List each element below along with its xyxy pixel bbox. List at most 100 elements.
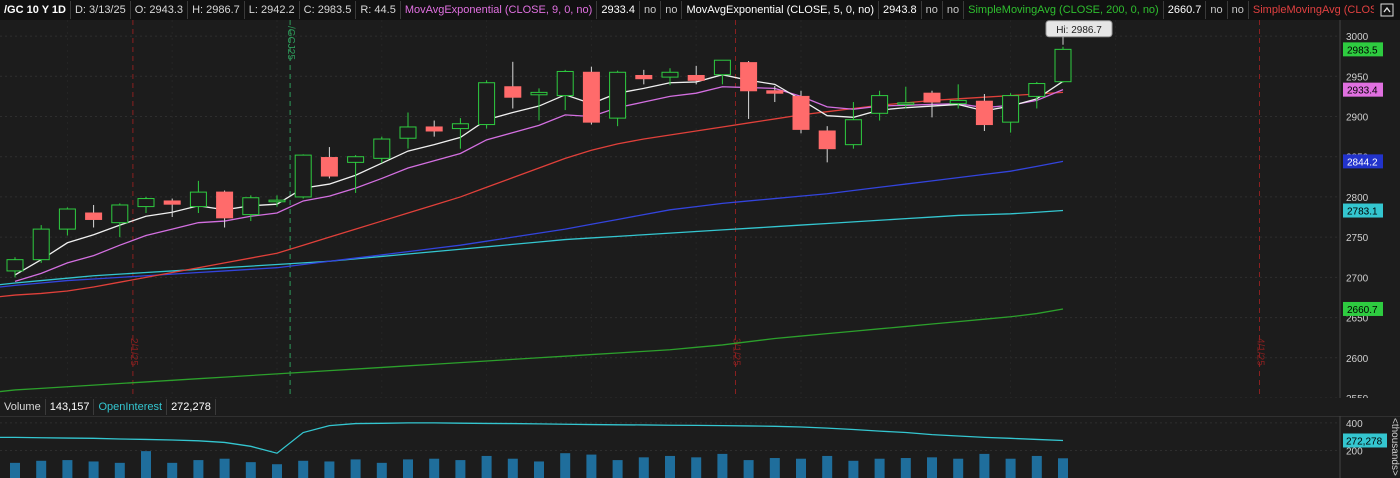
study-ema9-flag1: no bbox=[640, 1, 662, 19]
last-value-badge: 2983.5 bbox=[1343, 42, 1383, 57]
study-ema9-label[interactable]: MovAvgExponential (CLOSE, 9, 0, no) bbox=[401, 1, 598, 19]
candle-body-up bbox=[268, 199, 286, 203]
open-interest-value: 272,278 bbox=[167, 399, 216, 415]
candle-body-down bbox=[818, 130, 836, 150]
date-readout: D: 3/13/25 bbox=[71, 1, 131, 19]
candle-body-up bbox=[347, 156, 365, 163]
last-value-badge: 2844.2 bbox=[1343, 154, 1383, 169]
candle-body-down bbox=[923, 92, 941, 103]
volume-bar bbox=[1058, 458, 1068, 478]
candle-body-up bbox=[451, 123, 469, 130]
y-tick-label: 2550 bbox=[1346, 394, 1369, 398]
volume-bar bbox=[638, 457, 649, 478]
volume-bar bbox=[743, 460, 754, 478]
volume-bar bbox=[141, 451, 151, 478]
candle-body-up bbox=[242, 197, 260, 216]
study-ema5-label[interactable]: MovAvgExponential (CLOSE, 5, 0, no) bbox=[682, 1, 879, 19]
volume-bar bbox=[612, 460, 623, 478]
volume-bar bbox=[953, 458, 964, 478]
candle-body-up bbox=[32, 228, 50, 261]
last-value-badge-text: 2844.2 bbox=[1347, 157, 1378, 168]
expiry-marker-label: /GCJ25 bbox=[285, 26, 296, 60]
candle bbox=[609, 70, 627, 127]
candle-body-down bbox=[740, 62, 758, 92]
volume-axis-label: <thousands> bbox=[1389, 418, 1400, 476]
close-readout: C: 2983.5 bbox=[300, 1, 357, 19]
volume-bar bbox=[691, 457, 702, 478]
volume-bar bbox=[376, 462, 387, 478]
high-callout-text: Hi: 2986.7 bbox=[1056, 25, 1102, 36]
last-value-badge-text: 2660.7 bbox=[1347, 305, 1378, 316]
candle-body-up bbox=[897, 102, 915, 105]
collapse-header-button[interactable] bbox=[1374, 0, 1400, 20]
candle-body-up bbox=[373, 138, 391, 159]
volume-tick-label: 400 bbox=[1346, 419, 1363, 430]
study-sma200-flag2: no bbox=[1228, 1, 1249, 19]
candle-body-down bbox=[635, 74, 653, 80]
volume-bar bbox=[560, 453, 571, 478]
candle bbox=[478, 80, 496, 129]
candle-body-up bbox=[478, 82, 496, 126]
open-readout: O: 2943.3 bbox=[131, 1, 189, 19]
y-tick-label: 2800 bbox=[1346, 193, 1369, 204]
candle-body-down bbox=[85, 212, 103, 220]
candle-body-down bbox=[425, 126, 443, 132]
volume-bar bbox=[193, 460, 204, 478]
candle-body-up bbox=[1054, 48, 1072, 83]
volume-header: Volume 143,157 OpenInterest 272,278 bbox=[0, 398, 216, 416]
volume-bar bbox=[36, 460, 47, 478]
last-value-badge: 2783.1 bbox=[1343, 203, 1383, 218]
candle-body-up bbox=[844, 119, 862, 146]
candle-body-down bbox=[320, 157, 338, 177]
range-readout: R: 44.5 bbox=[356, 1, 401, 19]
volume-bar bbox=[900, 458, 911, 478]
volume-bar bbox=[927, 457, 937, 478]
candle-body-down bbox=[687, 74, 705, 81]
volume-tick-label: 200 bbox=[1346, 446, 1363, 457]
y-tick-label: 2750 bbox=[1346, 233, 1369, 244]
candle-body-up bbox=[399, 126, 417, 139]
candle-body-up bbox=[609, 71, 627, 119]
candle-body-up bbox=[530, 91, 548, 96]
candle-body-up bbox=[58, 208, 76, 230]
study-header-bar: /GC 10 Y 1D D: 3/13/25 O: 2943.3 H: 2986… bbox=[0, 0, 1400, 21]
volume-bar bbox=[979, 453, 990, 478]
month-marker-label: 2/1/25 bbox=[128, 338, 139, 366]
symbol-label[interactable]: /GC 10 Y 1D bbox=[0, 1, 71, 19]
study-ema9-value: 2933.4 bbox=[597, 1, 640, 19]
chevron-up-icon bbox=[1380, 3, 1394, 17]
price-chart[interactable]: 2550260026502700275028002850290029503000… bbox=[0, 20, 1400, 398]
oi-last-value-badge: 272,278 bbox=[1343, 433, 1387, 448]
low-readout: L: 2942.2 bbox=[245, 1, 300, 19]
last-value-badge-text: 2933.4 bbox=[1347, 86, 1378, 97]
volume-bar bbox=[88, 461, 99, 478]
volume-bar bbox=[874, 458, 885, 478]
volume-bar bbox=[822, 455, 833, 478]
volume-bar bbox=[507, 458, 518, 478]
volume-bar bbox=[1005, 458, 1016, 478]
volume-bar bbox=[429, 458, 440, 478]
volume-label[interactable]: Volume bbox=[0, 399, 46, 415]
volume-bar bbox=[455, 460, 466, 478]
volume-bar bbox=[796, 458, 806, 478]
candle-body-down bbox=[766, 90, 784, 94]
volume-chart[interactable]: 200 400 272,278 <thousands> bbox=[0, 416, 1400, 478]
candle-body-up bbox=[871, 95, 889, 114]
y-tick-label: 3000 bbox=[1346, 32, 1369, 43]
y-tick-label: 2700 bbox=[1346, 273, 1369, 284]
last-value-badge-text: 2783.1 bbox=[1347, 207, 1378, 218]
candle-body-down bbox=[582, 71, 600, 123]
volume-bar bbox=[586, 454, 597, 478]
candle-body-up bbox=[189, 191, 207, 208]
study-sma200-label[interactable]: SimpleMovingAvg (CLOSE, 200, 0, no) bbox=[964, 1, 1164, 19]
study-ema9-flag2: no bbox=[661, 1, 683, 19]
candle-body-up bbox=[111, 204, 129, 224]
last-value-badge: 2933.4 bbox=[1343, 82, 1383, 97]
volume-bar bbox=[848, 460, 859, 478]
open-interest-label[interactable]: OpenInterest bbox=[94, 399, 168, 415]
candle-body-down bbox=[216, 191, 234, 219]
candle-body-up bbox=[137, 198, 155, 208]
volume-bar bbox=[324, 461, 335, 478]
y-tick-label: 2600 bbox=[1346, 354, 1369, 365]
study-sma200-flag1: no bbox=[1206, 1, 1228, 19]
